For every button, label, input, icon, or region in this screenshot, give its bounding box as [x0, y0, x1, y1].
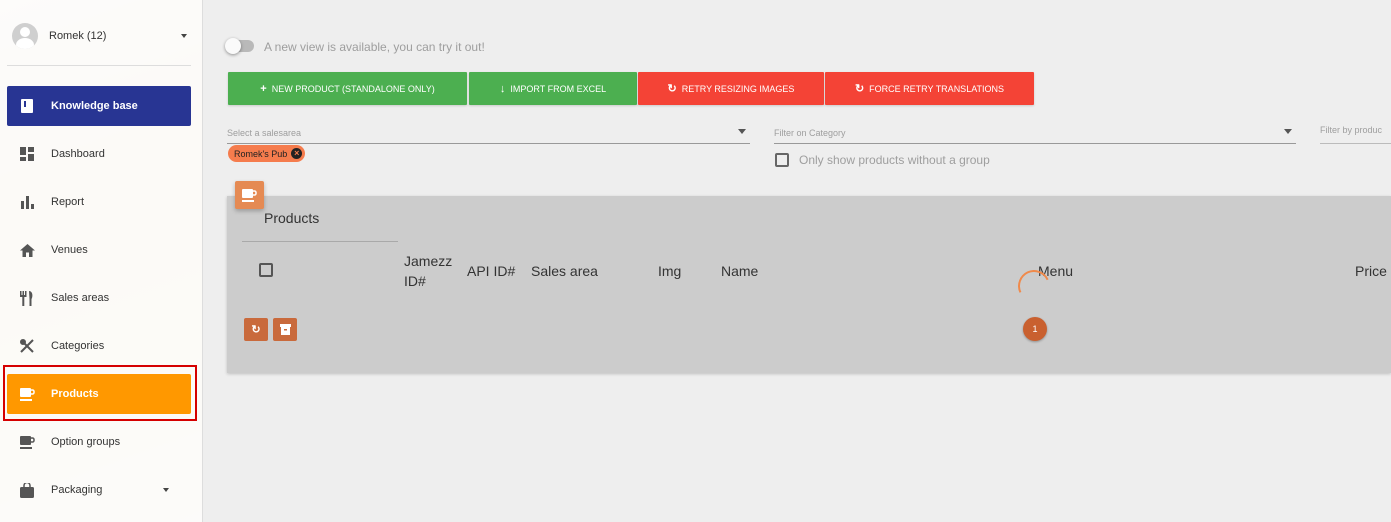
- caret-down-icon: [181, 34, 187, 38]
- sidebar-item-venues[interactable]: Venues: [7, 230, 191, 270]
- fork-knife-icon: [19, 290, 35, 306]
- button-label: IMPORT FROM EXCEL: [510, 83, 607, 94]
- highlight-box: [3, 365, 197, 421]
- new-view-toggle[interactable]: [225, 38, 254, 54]
- sidebar-item-label: Venues: [51, 244, 88, 256]
- retry-resizing-button[interactable]: ↻ RETRY RESIZING IMAGES: [638, 72, 824, 105]
- archive-icon: [279, 324, 291, 335]
- sidebar-item-label: Sales areas: [51, 292, 110, 304]
- sidebar-item-label: Report: [51, 196, 85, 208]
- import-excel-button[interactable]: ↓ IMPORT FROM EXCEL: [469, 72, 637, 105]
- sidebar-item-label: Option groups: [51, 436, 121, 448]
- sidebar-item-label: Knowledge base: [51, 100, 138, 112]
- products-card: [227, 196, 1391, 373]
- sidebar-item-label: Categories: [51, 340, 105, 352]
- new-view-text: A new view is available, you can try it …: [264, 40, 485, 54]
- archive-button[interactable]: [273, 318, 297, 341]
- sidebar-item-label: Packaging: [51, 484, 103, 496]
- select-placeholder: Filter on Category: [774, 128, 846, 138]
- column-header-jamezz-id[interactable]: Jamezz ID#: [404, 251, 459, 291]
- button-label: RETRY RESIZING IMAGES: [681, 83, 795, 94]
- force-retry-button[interactable]: ↻ FORCE RETRY TRANSLATIONS: [825, 72, 1034, 105]
- avatar: [12, 23, 38, 49]
- bar-chart-icon: [19, 194, 35, 210]
- button-label: FORCE RETRY TRANSLATIONS: [869, 83, 1005, 94]
- chevron-down-icon: [163, 488, 169, 492]
- remove-chip-icon[interactable]: ×: [291, 148, 303, 159]
- only-without-group-checkbox[interactable]: [775, 153, 789, 167]
- refresh-icon: ↻: [251, 324, 261, 336]
- dropdown-arrow-icon: [1284, 129, 1292, 134]
- divider: [7, 65, 191, 66]
- category-filter-select[interactable]: Filter on Category: [774, 122, 1296, 144]
- sidebar-item-categories[interactable]: Categories: [7, 326, 191, 366]
- sidebar-item-label: Dashboard: [51, 148, 105, 160]
- sidebar-item-report[interactable]: Report: [7, 182, 191, 222]
- sidebar-item-option-groups[interactable]: Option groups: [7, 422, 191, 462]
- user-menu[interactable]: Romek (12): [12, 22, 187, 50]
- dashboard-icon: [19, 146, 35, 162]
- column-header-sales-area[interactable]: Sales area: [531, 261, 598, 281]
- button-label: NEW PRODUCT (STANDALONE ONLY): [271, 83, 435, 94]
- crossed-utensils-icon: [19, 338, 35, 354]
- only-without-group-label: Only show products without a group: [799, 153, 990, 167]
- cup-icon: [19, 434, 35, 450]
- select-placeholder: Select a salesarea: [227, 128, 302, 138]
- card-title: Products: [264, 210, 320, 226]
- title-underline: [242, 241, 398, 242]
- home-icon: [19, 242, 35, 258]
- refresh-icon: ↻: [667, 83, 677, 95]
- book-icon: [19, 98, 35, 114]
- cup-icon: [235, 181, 264, 209]
- user-name: Romek (12): [49, 30, 107, 42]
- dropdown-arrow-icon: [738, 129, 746, 134]
- chip-label: Romek's Pub: [234, 148, 288, 159]
- arrow-down-icon: ↓: [499, 82, 506, 95]
- sidebar-item-knowledge-base[interactable]: Knowledge base: [7, 86, 191, 126]
- salesarea-chip[interactable]: Romek's Pub ×: [228, 145, 306, 162]
- column-header-api-id[interactable]: API ID#: [467, 261, 515, 281]
- input-placeholder: Filter by produc: [1320, 125, 1383, 135]
- column-header-price[interactable]: Price: [1355, 261, 1387, 281]
- sidebar-item-dashboard[interactable]: Dashboard: [7, 134, 191, 174]
- refresh-icon: ↻: [854, 83, 865, 95]
- product-filter-input[interactable]: Filter by produc: [1320, 122, 1391, 144]
- sidebar-item-packaging[interactable]: Packaging: [7, 470, 191, 510]
- page-number[interactable]: 1: [1023, 317, 1047, 341]
- salesarea-select[interactable]: Select a salesarea: [227, 122, 750, 144]
- sidebar-item-sales-areas[interactable]: Sales areas: [7, 278, 191, 318]
- column-header-name[interactable]: Name: [721, 261, 758, 281]
- select-all-checkbox[interactable]: [259, 263, 273, 277]
- plus-icon: +: [260, 82, 267, 95]
- column-header-img[interactable]: Img: [658, 261, 681, 281]
- new-product-button[interactable]: + NEW PRODUCT (STANDALONE ONLY): [228, 72, 467, 105]
- bag-icon: [19, 482, 35, 498]
- sidebar: Romek (12) Knowledge base Dashboard Repo…: [0, 0, 203, 522]
- refresh-button[interactable]: ↻: [244, 318, 268, 341]
